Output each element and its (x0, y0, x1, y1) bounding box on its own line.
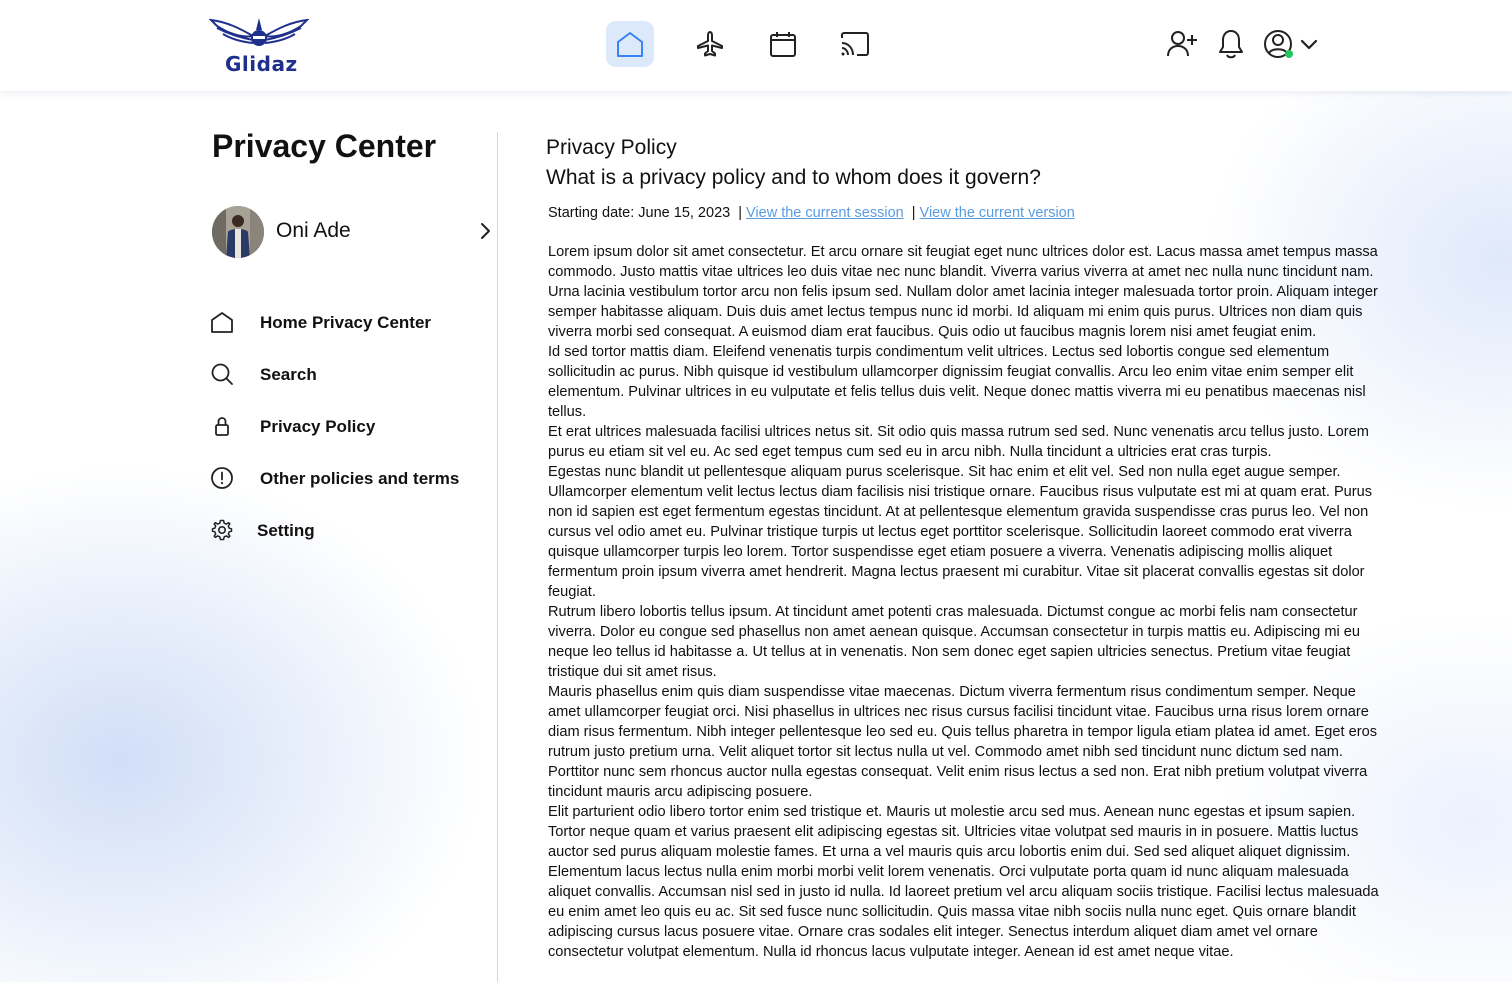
sidebar-item-home-privacy-center[interactable]: Home Privacy Center (210, 308, 490, 338)
gear-icon (211, 519, 233, 541)
chevron-down-icon (1300, 39, 1318, 50)
page-subtitle: What is a privacy policy and to whom doe… (546, 166, 1041, 189)
policy-paragraph: Et erat ultrices malesuada facilisi ultr… (548, 424, 1369, 460)
sidebar-item-search[interactable]: Search (210, 360, 490, 390)
winged-logo-icon (209, 18, 309, 46)
add-user-button[interactable] (1164, 26, 1200, 62)
profile-row[interactable]: Oni Ade (212, 206, 494, 260)
nav-flights-button[interactable] (686, 21, 734, 67)
sidebar-item-label: Other policies and terms (260, 469, 460, 488)
airplane-icon (697, 31, 723, 57)
starting-date: Starting date: June 15, 2023 (548, 205, 731, 221)
account-menu-button[interactable] (1262, 26, 1324, 62)
sidebar-item-other-policies[interactable]: Other policies and terms (210, 464, 490, 494)
calendar-icon (770, 32, 796, 57)
cast-icon (841, 32, 869, 56)
add-user-icon (1167, 31, 1197, 57)
notifications-button[interactable] (1213, 26, 1249, 62)
policy-body: Lorem ipsum dolor sit amet consectetur. … (548, 242, 1380, 962)
policy-paragraph: Egestas nunc blandit ut pellentesque ali… (548, 464, 1373, 600)
nav-cast-button[interactable] (831, 21, 879, 67)
privacy-center-title: Privacy Center (212, 128, 437, 164)
view-current-version-link[interactable]: View the current version (920, 205, 1075, 221)
page-title: Privacy Policy (546, 136, 677, 159)
info-icon (211, 467, 233, 489)
search-icon (211, 363, 233, 385)
home-icon (617, 32, 643, 57)
glidaz-logo[interactable]: Glidaz (209, 14, 309, 76)
sidebar-item-privacy-policy[interactable]: Privacy Policy (210, 412, 490, 442)
policy-paragraph: Elit parturient odio libero tortor enim … (548, 804, 1379, 960)
nav-calendar-button[interactable] (759, 21, 807, 67)
policy-meta: Starting date: June 15, 2023 | View the c… (548, 205, 1075, 221)
sidebar-item-label: Home Privacy Center (260, 313, 432, 332)
home-icon (211, 312, 233, 333)
sidebar-item-label: Privacy Policy (260, 417, 376, 436)
avatar (212, 206, 264, 258)
sidebar-divider (497, 132, 498, 982)
lock-icon (215, 417, 229, 436)
top-header: Glidaz (0, 0, 1512, 91)
nav-home-button[interactable] (606, 21, 654, 67)
policy-paragraph: Rutrum libero lobortis tellus ipsum. At … (548, 604, 1361, 680)
bell-icon (1219, 30, 1243, 59)
separator: | (911, 205, 916, 221)
logo-wordmark: Glidaz (225, 52, 298, 76)
view-current-session-link[interactable]: View the current session (746, 205, 904, 221)
user-circle-icon (1264, 30, 1318, 58)
policy-paragraph: Mauris phasellus enim quis diam suspendi… (548, 684, 1378, 800)
online-status-dot (1285, 50, 1293, 58)
chevron-right-icon (481, 223, 490, 239)
separator: | (738, 205, 743, 221)
sidebar-item-label: Search (260, 365, 317, 384)
sidebar-item-setting[interactable]: Setting (210, 516, 490, 546)
policy-paragraph: Lorem ipsum dolor sit amet consectetur. … (548, 244, 1378, 340)
sidebar-item-label: Setting (257, 521, 315, 540)
policy-paragraph: Id sed tortor mattis diam. Eleifend vene… (548, 344, 1366, 420)
profile-name: Oni Ade (276, 219, 351, 242)
